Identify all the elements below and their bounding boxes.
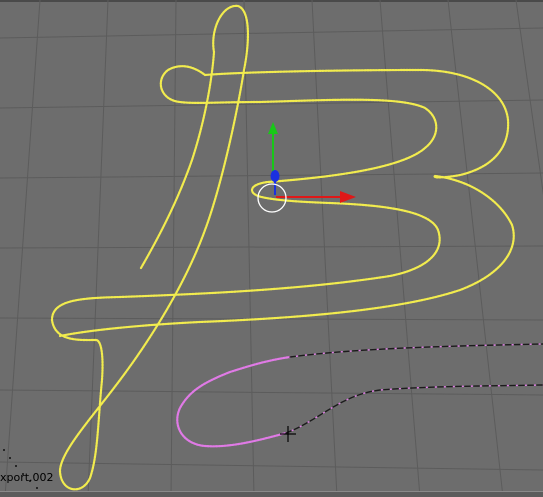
3d-viewport[interactable]: xport.002 xyxy=(0,0,543,497)
viewport-bottom-border xyxy=(0,491,543,497)
crosshair-icon xyxy=(280,426,296,442)
pink-stroke-curve[interactable] xyxy=(176,355,292,448)
dark-stroke-curve-upper[interactable] xyxy=(289,343,543,358)
gizmo-x-arrow-icon[interactable] xyxy=(340,191,356,203)
pink-stroke-curve-upper-overlay xyxy=(289,343,543,358)
gizmo-z-handle-icon[interactable] xyxy=(270,170,280,182)
viewport-canvas[interactable] xyxy=(0,0,543,497)
gizmo-y-arrow-icon[interactable] xyxy=(268,122,278,134)
viewport-name-label: xport.002 xyxy=(0,471,54,484)
